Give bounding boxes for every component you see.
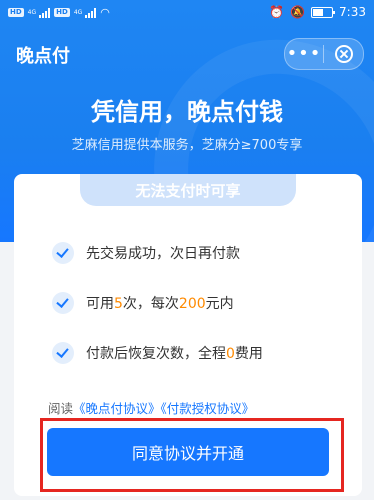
agreement-prefix: 阅读 — [48, 401, 74, 416]
feature-text: 先交易成功，次日再付款 — [86, 246, 240, 262]
clock: 7:33 — [339, 5, 366, 19]
hero-headline: 凭信用，晚点付钱 — [91, 98, 283, 126]
agreement-link-authorization[interactable]: 《付款授权协议》 — [161, 401, 255, 416]
annotation-highlight-box — [40, 418, 344, 492]
hd-badge: HD — [8, 8, 24, 17]
feature-text-mid: 次，每次 — [122, 296, 179, 312]
close-button[interactable] — [324, 45, 363, 63]
card-pill-label: 无法支付时可享 — [80, 174, 296, 206]
status-right: ⏰ 🔕 7:33 — [269, 5, 366, 19]
mute-icon: 🔕 — [290, 5, 306, 19]
network-type-2: 4G — [73, 9, 83, 16]
feature-highlight-amount: 200 — [178, 296, 206, 312]
feature-text-post: 费用 — [234, 346, 263, 362]
feature-highlight-fee: 0 — [226, 346, 235, 362]
agreement-line: 阅读《晚点付协议》《付款授权协议》 — [48, 398, 254, 417]
agreement-link-latepay[interactable]: 《晚点付协议》 — [73, 401, 161, 416]
check-icon — [52, 292, 74, 314]
feature-text: 付款后恢复次数，全程0费用 — [86, 343, 263, 363]
signal-icon — [39, 7, 51, 18]
feature-item-1: 先交易成功，次日再付款 — [52, 242, 240, 264]
status-left: HD 4G HD 4G ◠ — [8, 6, 110, 19]
hd-badge-2: HD — [54, 8, 70, 17]
feature-item-3: 付款后恢复次数，全程0费用 — [52, 342, 263, 364]
alarm-icon: ⏰ — [269, 5, 285, 19]
feature-highlight-count: 5 — [114, 296, 123, 312]
status-bar: HD 4G HD 4G ◠ ⏰ 🔕 7:33 — [0, 0, 374, 28]
wifi-icon: ◠ — [100, 6, 110, 19]
network-type: 4G — [27, 9, 37, 16]
check-icon — [52, 342, 74, 364]
miniapp-capsule: ••• — [284, 38, 364, 70]
battery-icon — [311, 6, 336, 18]
feature-text-pre: 付款后恢复次数，全程 — [86, 346, 226, 362]
check-icon — [52, 242, 74, 264]
feature-text-post: 元内 — [205, 296, 234, 312]
feature-item-2: 可用5次，每次200元内 — [52, 292, 234, 314]
feature-text: 可用5次，每次200元内 — [86, 293, 234, 313]
more-button[interactable]: ••• — [285, 40, 323, 68]
signal-icon-2 — [85, 7, 97, 18]
feature-text-pre: 可用 — [86, 296, 114, 312]
page-title: 晚点付 — [16, 46, 70, 67]
close-icon — [334, 45, 353, 63]
hero-subline: 芝麻信用提供本服务，芝麻分≥700专享 — [71, 138, 303, 153]
